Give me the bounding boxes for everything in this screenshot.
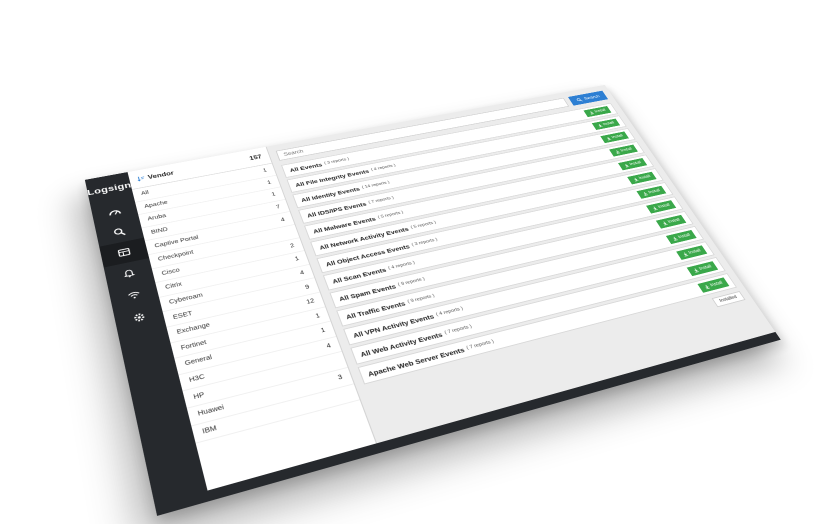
vendor-count: 9 (304, 284, 311, 291)
install-button-label: Install (709, 280, 724, 288)
vendor-count: 2 (289, 243, 296, 249)
install-button-label: Install (677, 232, 692, 240)
sort-icon (137, 175, 146, 182)
vendor-count: 1 (266, 180, 272, 186)
vendor-count: 1 (294, 256, 301, 263)
install-button[interactable]: Install (608, 144, 638, 157)
vendor-count: 1 (262, 168, 268, 174)
install-button[interactable]: Install (617, 158, 648, 171)
install-button[interactable]: Install (675, 245, 708, 260)
install-button[interactable]: Install (686, 261, 719, 277)
install-button[interactable]: Install (626, 171, 657, 185)
install-button-label: Install (619, 147, 634, 153)
search-button[interactable]: Search (568, 90, 609, 106)
vendor-count: 3 (337, 374, 344, 382)
search-button-label: Search (583, 94, 601, 101)
install-button-label: Install (602, 120, 616, 127)
install-button[interactable]: Install (636, 185, 667, 199)
event-name: All Events (288, 161, 324, 174)
vendor-title-label: Vendor (147, 169, 175, 181)
install-button[interactable]: Install (591, 118, 621, 131)
vendor-count: 4 (299, 270, 306, 277)
vendor-count: 4 (325, 342, 332, 350)
install-button[interactable]: Install (655, 214, 687, 229)
vendor-total: 157 (248, 153, 263, 162)
vendor-count: 7 (275, 204, 281, 211)
install-button-label: Install (610, 133, 625, 140)
install-button[interactable]: Install (645, 200, 677, 214)
install-button-label: Install (657, 202, 672, 210)
vendor-count: 12 (305, 298, 316, 306)
install-button-label: Install (647, 188, 662, 195)
install-button-label: Install (593, 108, 607, 114)
stage: Logsign Vendor 157 All 1 Apache 1 Aruba … (0, 0, 820, 524)
search-button-icon (576, 97, 584, 102)
install-button-label: Install (628, 160, 643, 167)
install-button[interactable]: Install (697, 277, 730, 293)
app-window: Logsign Vendor 157 All 1 Apache 1 Aruba … (84, 84, 781, 516)
install-button-label: Install (698, 264, 713, 272)
install-button-label: Install (687, 248, 702, 256)
vendor-count: 1 (320, 327, 327, 335)
install-button[interactable]: Install (665, 229, 697, 245)
install-button-label: Install (638, 174, 652, 181)
install-button[interactable]: Install (600, 131, 629, 144)
vendor-count: 4 (280, 217, 286, 223)
install-button-label: Install (667, 217, 682, 225)
install-button[interactable]: Install (583, 106, 612, 118)
vendor-count: 1 (271, 192, 277, 198)
vendor-count: 1 (314, 312, 321, 320)
